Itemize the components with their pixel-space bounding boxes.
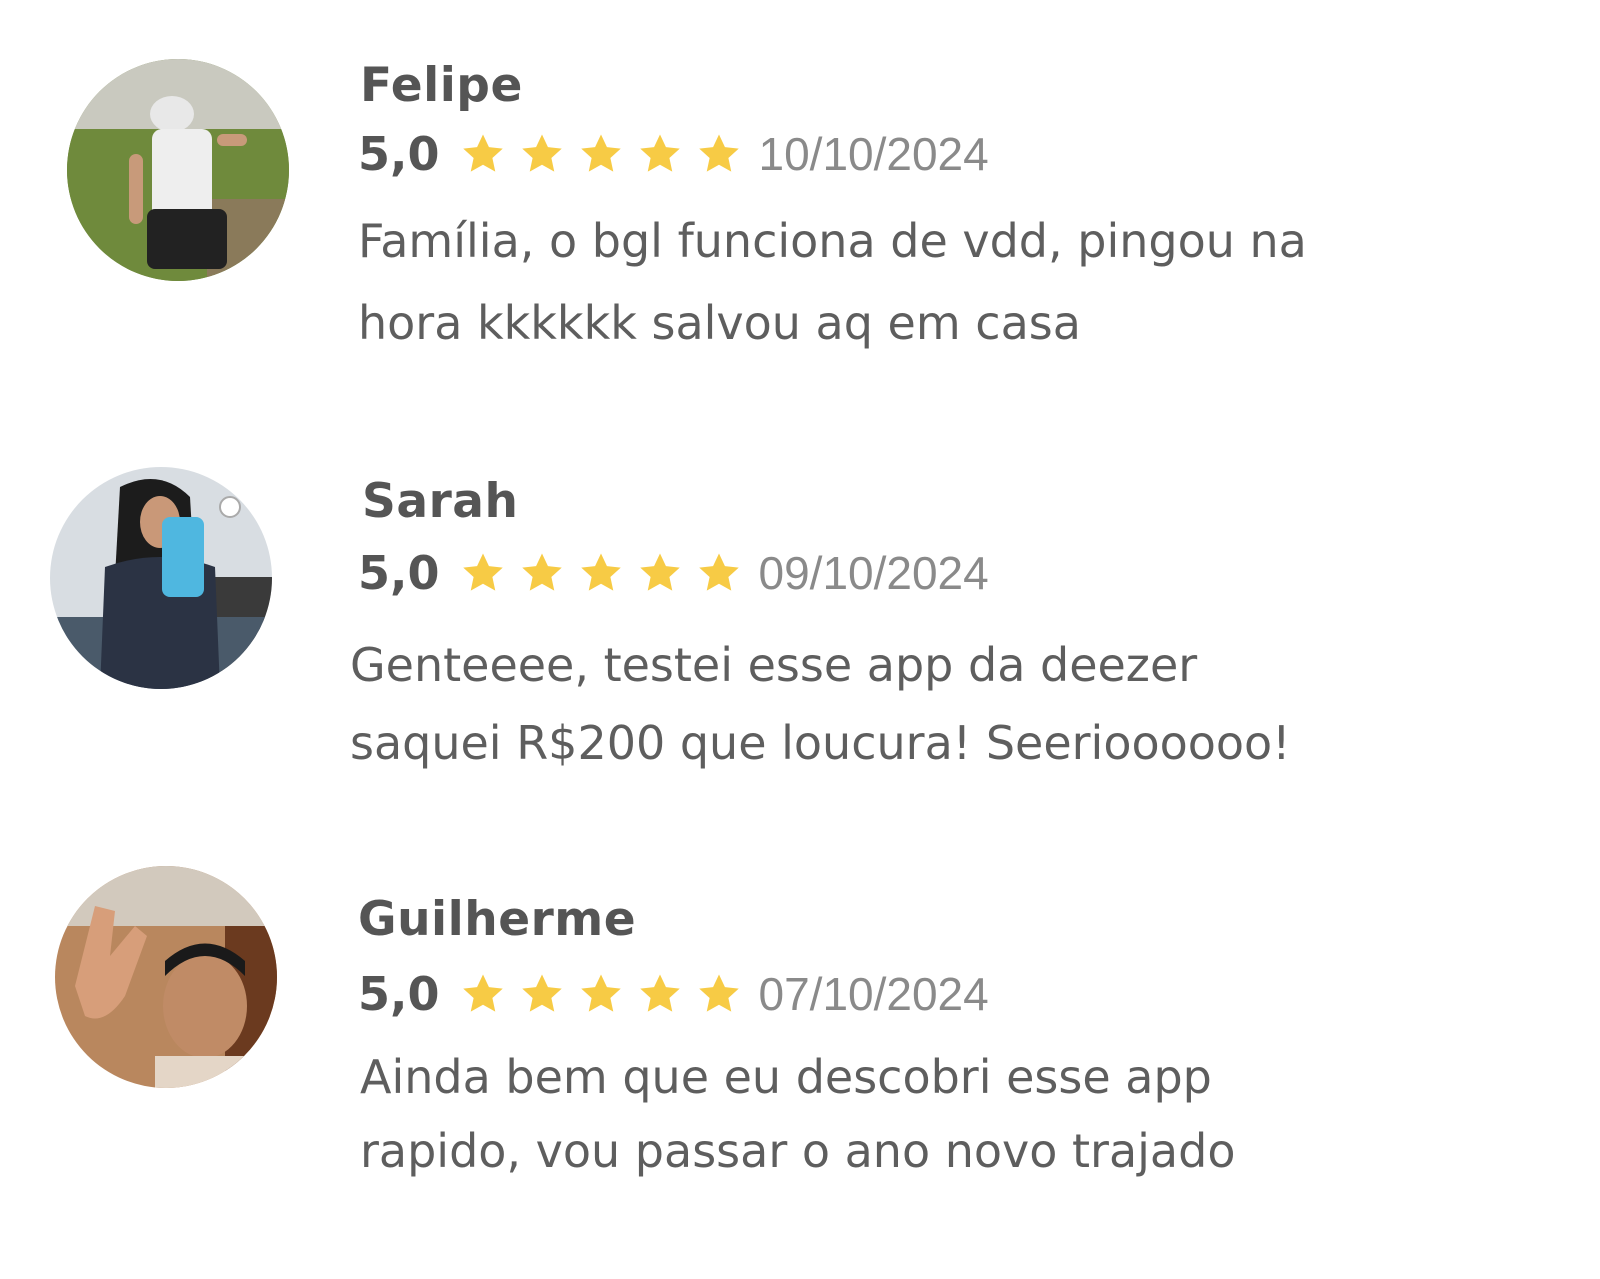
- star-icon: [637, 971, 683, 1017]
- rating-score: 5,0: [358, 546, 440, 600]
- star-rating: [460, 550, 755, 596]
- review-text-line: rapido, vou passar o ano novo trajado: [360, 1124, 1236, 1178]
- avatar-photo-icon: [50, 467, 272, 689]
- rating-score: 5,0: [358, 127, 440, 181]
- star-icon: [460, 131, 506, 177]
- review-text-line: hora kkkkkk salvou aq em casa: [358, 296, 1081, 350]
- avatar: [50, 467, 272, 689]
- star-icon: [696, 131, 742, 177]
- star-icon: [519, 971, 565, 1017]
- review-date: 09/10/2024: [758, 547, 989, 599]
- rating-row: 5,0 07/10/2024: [358, 964, 989, 1024]
- star-icon: [519, 550, 565, 596]
- star-icon: [696, 550, 742, 596]
- avatar: [67, 59, 289, 281]
- rating-row: 5,0 10/10/2024: [358, 124, 989, 184]
- reviewer-name: Guilherme: [358, 892, 637, 947]
- avatar-photo-icon: [55, 866, 277, 1088]
- rating-score: 5,0: [358, 967, 440, 1021]
- review-text-line: saquei R$200 que loucura! Seerioooooo!: [350, 716, 1291, 770]
- star-icon: [578, 550, 624, 596]
- avatar: [55, 866, 277, 1088]
- star-icon: [637, 131, 683, 177]
- review-date: 10/10/2024: [758, 128, 989, 180]
- review-text-line: Ainda bem que eu descobri esse app: [360, 1050, 1212, 1104]
- reviewer-name: Felipe: [360, 58, 523, 113]
- review-text: Família, o bgl funciona de vdd, pingou n…: [358, 200, 1307, 364]
- star-icon: [519, 131, 565, 177]
- avatar-photo-icon: [67, 59, 289, 281]
- star-rating: [460, 131, 755, 177]
- review-text: Genteeee, testei esse app da deezer saqu…: [350, 626, 1291, 782]
- star-icon: [460, 971, 506, 1017]
- review-text-line: Genteeee, testei esse app da deezer: [350, 638, 1198, 692]
- review-text: Ainda bem que eu descobri esse app rapid…: [360, 1040, 1235, 1188]
- star-icon: [578, 131, 624, 177]
- rating-row: 5,0 09/10/2024: [358, 543, 989, 603]
- star-icon: [460, 550, 506, 596]
- review-text-line: Família, o bgl funciona de vdd, pingou n…: [358, 214, 1307, 268]
- star-rating: [460, 971, 755, 1017]
- star-icon: [637, 550, 683, 596]
- reviewer-name: Sarah: [362, 474, 519, 529]
- star-icon: [578, 971, 624, 1017]
- review-date: 07/10/2024: [758, 968, 989, 1020]
- star-icon: [696, 971, 742, 1017]
